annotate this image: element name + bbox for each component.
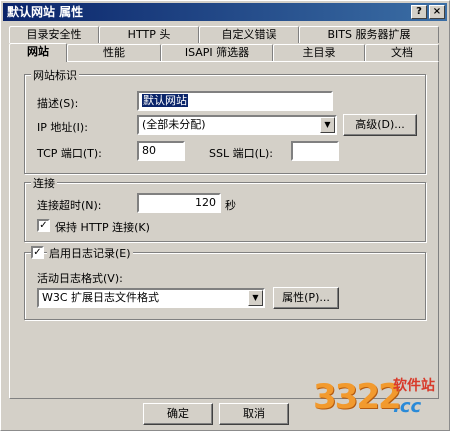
properties-dialog: 默认网站 属性 ? × 目录安全性 HTTP 头 自定义错误 BITS 服务器扩…: [0, 0, 450, 431]
watermark-logo: 3322 软件站 .cc: [303, 363, 449, 429]
tab-isapi-filters[interactable]: ISAPI 筛选器: [161, 44, 273, 61]
watermark-site: 软件站: [393, 378, 435, 394]
watermark-domain: .cc: [393, 396, 422, 417]
tab-home-directory[interactable]: 主目录: [273, 44, 365, 61]
tab-http-headers[interactable]: HTTP 头: [99, 26, 199, 43]
tab-performance[interactable]: 性能: [67, 44, 161, 61]
logging-group: ✓ 启用日志记录(E) 活动日志格式(V): W3C 扩展日志文件格式 ▼ 属性…: [24, 245, 426, 320]
cancel-button[interactable]: 取消: [219, 403, 289, 425]
ip-address-value: (全部未分配): [142, 118, 206, 131]
tab-bits-extensions[interactable]: BITS 服务器扩展: [299, 26, 439, 43]
connections-legend: 连接: [31, 175, 57, 191]
ip-address-select[interactable]: (全部未分配) ▼: [137, 115, 337, 135]
connections-group: 连接 连接超时(N): 120 秒 ✓ 保持 HTTP 连接(K): [24, 175, 426, 242]
description-input[interactable]: 默认网站: [137, 91, 333, 111]
log-format-value: W3C 扩展日志文件格式: [42, 291, 160, 304]
description-value: 默认网站: [142, 94, 188, 107]
chevron-down-icon[interactable]: ▼: [248, 290, 263, 306]
help-button[interactable]: ?: [411, 5, 427, 19]
tcp-port-input[interactable]: 80: [137, 141, 185, 161]
watermark-number: 3322: [313, 377, 402, 417]
keepalive-checkbox[interactable]: ✓: [37, 219, 50, 232]
tcp-port-label: TCP 端口(T):: [37, 147, 102, 160]
log-format-label: 活动日志格式(V):: [37, 272, 123, 285]
site-identification-group: 网站标识 描述(S): 默认网站 IP 地址(I): (全部未分配) ▼ 高级(…: [24, 67, 426, 174]
ip-address-label: IP 地址(I):: [37, 121, 88, 134]
tab-website[interactable]: 网站: [9, 43, 67, 62]
keepalive-label: 保持 HTTP 连接(K): [55, 221, 150, 234]
ssl-port-input[interactable]: [291, 141, 339, 161]
tab-directory-security[interactable]: 目录安全性: [9, 26, 99, 43]
enable-logging-label: 启用日志记录(E): [47, 245, 133, 261]
chevron-down-icon[interactable]: ▼: [320, 117, 335, 133]
site-identification-legend: 网站标识: [31, 67, 79, 83]
tab-documents[interactable]: 文档: [365, 44, 439, 61]
tab-panel-website: 网站标识 描述(S): 默认网站 IP 地址(I): (全部未分配) ▼ 高级(…: [9, 61, 439, 399]
ok-button[interactable]: 确定: [143, 403, 213, 425]
log-properties-button[interactable]: 属性(P)...: [273, 287, 339, 309]
title-bar: 默认网站 属性 ? ×: [3, 3, 447, 21]
tab-custom-errors[interactable]: 自定义错误: [199, 26, 299, 43]
close-button[interactable]: ×: [429, 5, 445, 19]
timeout-label: 连接超时(N):: [37, 199, 102, 212]
timeout-unit: 秒: [225, 199, 236, 212]
timeout-input[interactable]: 120: [137, 193, 221, 213]
enable-logging-checkbox[interactable]: ✓: [31, 246, 44, 259]
ssl-port-label: SSL 端口(L):: [209, 147, 274, 160]
description-label: 描述(S):: [37, 97, 79, 110]
window-title: 默认网站 属性: [7, 5, 84, 19]
advanced-button[interactable]: 高级(D)...: [343, 114, 417, 136]
log-format-select[interactable]: W3C 扩展日志文件格式 ▼: [37, 288, 265, 308]
